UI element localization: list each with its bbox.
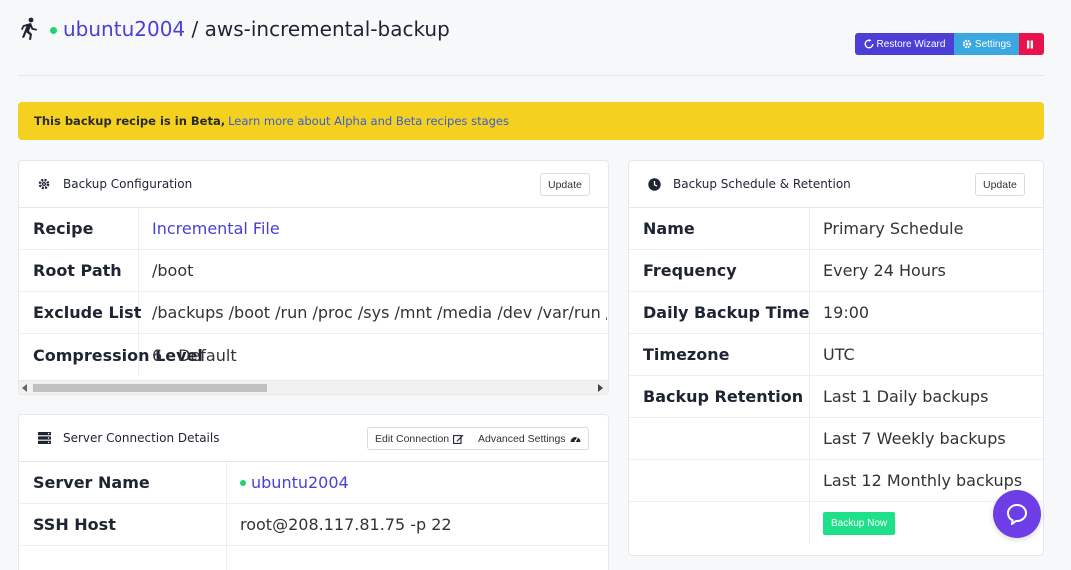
- update-config-button[interactable]: Update: [540, 173, 590, 196]
- row-value: Last 12 Monthly backups: [823, 471, 1023, 490]
- row-key: Compression Level: [19, 334, 203, 376]
- card-title: Backup Schedule & Retention: [673, 177, 851, 191]
- table-row: Compression Level 6 - Default: [19, 334, 608, 376]
- row-value: UTC: [823, 345, 855, 364]
- row-key: Backup Retention: [629, 376, 810, 417]
- table-row: Last 7 Weekly backups: [629, 418, 1043, 460]
- row-key: [629, 418, 810, 459]
- online-status-dot: [240, 479, 246, 486]
- table-row: [19, 546, 608, 570]
- gear-icon: [37, 177, 51, 191]
- update-schedule-button[interactable]: Update: [975, 173, 1025, 196]
- row-key: Exclude List: [19, 292, 141, 333]
- card-title: Backup Configuration: [63, 177, 193, 191]
- row-key: Daily Backup Time: [629, 292, 810, 333]
- table-row: Timezone UTC: [629, 334, 1043, 376]
- restore-icon: [864, 39, 874, 49]
- beta-learn-more-link[interactable]: Learn more about Alpha and Beta recipes …: [228, 114, 509, 128]
- clock-icon: [647, 177, 661, 191]
- row-value: Every 24 Hours: [823, 261, 946, 280]
- pause-button[interactable]: [1019, 33, 1044, 55]
- row-value: Primary Schedule: [823, 219, 964, 238]
- row-key: Root Path: [19, 250, 139, 291]
- row-key: Timezone: [629, 334, 810, 375]
- row-value: Last 1 Daily backups: [823, 387, 989, 406]
- edit-connection-label: Edit Connection: [375, 432, 450, 445]
- beta-banner: This backup recipe is in Beta, Learn mor…: [18, 102, 1044, 140]
- backup-schedule-card: Backup Schedule & Retention Update Name …: [628, 160, 1044, 556]
- settings-button[interactable]: Settings: [954, 33, 1019, 55]
- advanced-settings-label: Advanced Settings: [478, 432, 566, 445]
- card-header: Server Connection Details Edit Connectio…: [19, 415, 608, 462]
- schedule-table: Name Primary Schedule Frequency Every 24…: [629, 208, 1043, 544]
- card-header: Backup Configuration Update: [19, 161, 608, 208]
- restore-wizard-button[interactable]: Restore Wizard: [855, 33, 954, 55]
- row-value: Last 7 Weekly backups: [823, 429, 1006, 448]
- title-separator: /: [191, 17, 199, 41]
- table-row: Last 12 Monthly backups: [629, 460, 1043, 502]
- server-name-value: ubuntu2004: [251, 473, 349, 492]
- pause-icon: [1026, 40, 1034, 48]
- edit-icon: [453, 434, 464, 444]
- server-connection-card: Server Connection Details Edit Connectio…: [18, 414, 609, 570]
- backup-configuration-card: Backup Configuration Update Recipe Incre…: [18, 160, 609, 395]
- page-title: ubuntu2004 / aws-incremental-backup: [63, 15, 450, 43]
- backup-name: aws-incremental-backup: [204, 17, 450, 41]
- card-header: Backup Schedule & Retention Update: [629, 161, 1043, 208]
- row-value: 19:00: [823, 303, 870, 322]
- edit-connection-button[interactable]: Edit Connection: [367, 427, 473, 450]
- restore-wizard-label: Restore Wizard: [876, 38, 946, 50]
- config-table: Recipe Incremental File Root Path /boot …: [19, 208, 608, 376]
- row-value: Backup Now: [810, 511, 896, 535]
- table-row: Name Primary Schedule: [629, 208, 1043, 250]
- table-row: Backup Now: [629, 502, 1043, 544]
- chat-launcher-button[interactable]: [993, 490, 1041, 538]
- row-key: [629, 502, 810, 544]
- connection-table: Server Name ubuntu2004 SSH Host root@208…: [19, 462, 608, 570]
- advanced-settings-button[interactable]: Advanced Settings: [471, 427, 589, 450]
- table-row: Recipe Incremental File: [19, 208, 608, 250]
- gear-icon: [962, 39, 972, 49]
- horizontal-scrollbar[interactable]: [19, 380, 608, 394]
- row-key: SSH Host: [19, 504, 227, 545]
- row-key: Frequency: [629, 250, 810, 291]
- scroll-left-icon[interactable]: [22, 384, 27, 392]
- server-icon: [37, 431, 51, 445]
- table-row: Root Path /boot: [19, 250, 608, 292]
- server-link[interactable]: ubuntu2004: [63, 17, 185, 41]
- recipe-link[interactable]: Incremental File: [139, 219, 280, 238]
- server-name-link[interactable]: ubuntu2004: [227, 473, 349, 492]
- row-value: /backups /boot /run /proc /sys /mnt /med…: [152, 303, 607, 322]
- scroll-right-icon[interactable]: [598, 384, 603, 392]
- chat-icon: [1006, 503, 1028, 525]
- online-status-dot: [50, 26, 57, 34]
- row-value: 6 - Default: [152, 345, 237, 365]
- settings-label: Settings: [974, 38, 1012, 50]
- dashboard-icon: [570, 436, 581, 442]
- row-value: root@208.117.81.75 -p 22: [240, 515, 452, 534]
- table-row: Server Name ubuntu2004: [19, 462, 608, 504]
- table-row: Exclude List /backups /boot /run /proc /…: [19, 292, 608, 334]
- table-row: Frequency Every 24 Hours: [629, 250, 1043, 292]
- row-key: [19, 546, 227, 570]
- table-row: Backup Retention Last 1 Daily backups: [629, 376, 1043, 418]
- beta-banner-text: This backup recipe is in Beta,: [34, 114, 226, 128]
- page-header: ubuntu2004 / aws-incremental-backup: [18, 14, 450, 44]
- header-actions: Restore Wizard Settings: [855, 33, 1044, 55]
- row-key: Name: [629, 208, 810, 249]
- table-row: Daily Backup Time 19:00: [629, 292, 1043, 334]
- scrollbar-thumb[interactable]: [33, 384, 267, 392]
- row-key: Recipe: [19, 208, 139, 249]
- backup-now-button[interactable]: Backup Now: [823, 511, 896, 535]
- running-person-icon: [21, 17, 37, 40]
- header-divider: [18, 75, 1044, 76]
- row-key: [629, 460, 810, 501]
- row-value: /boot: [152, 261, 194, 280]
- card-title: Server Connection Details: [63, 431, 220, 445]
- table-row: SSH Host root@208.117.81.75 -p 22: [19, 504, 608, 546]
- row-key: Server Name: [19, 462, 227, 503]
